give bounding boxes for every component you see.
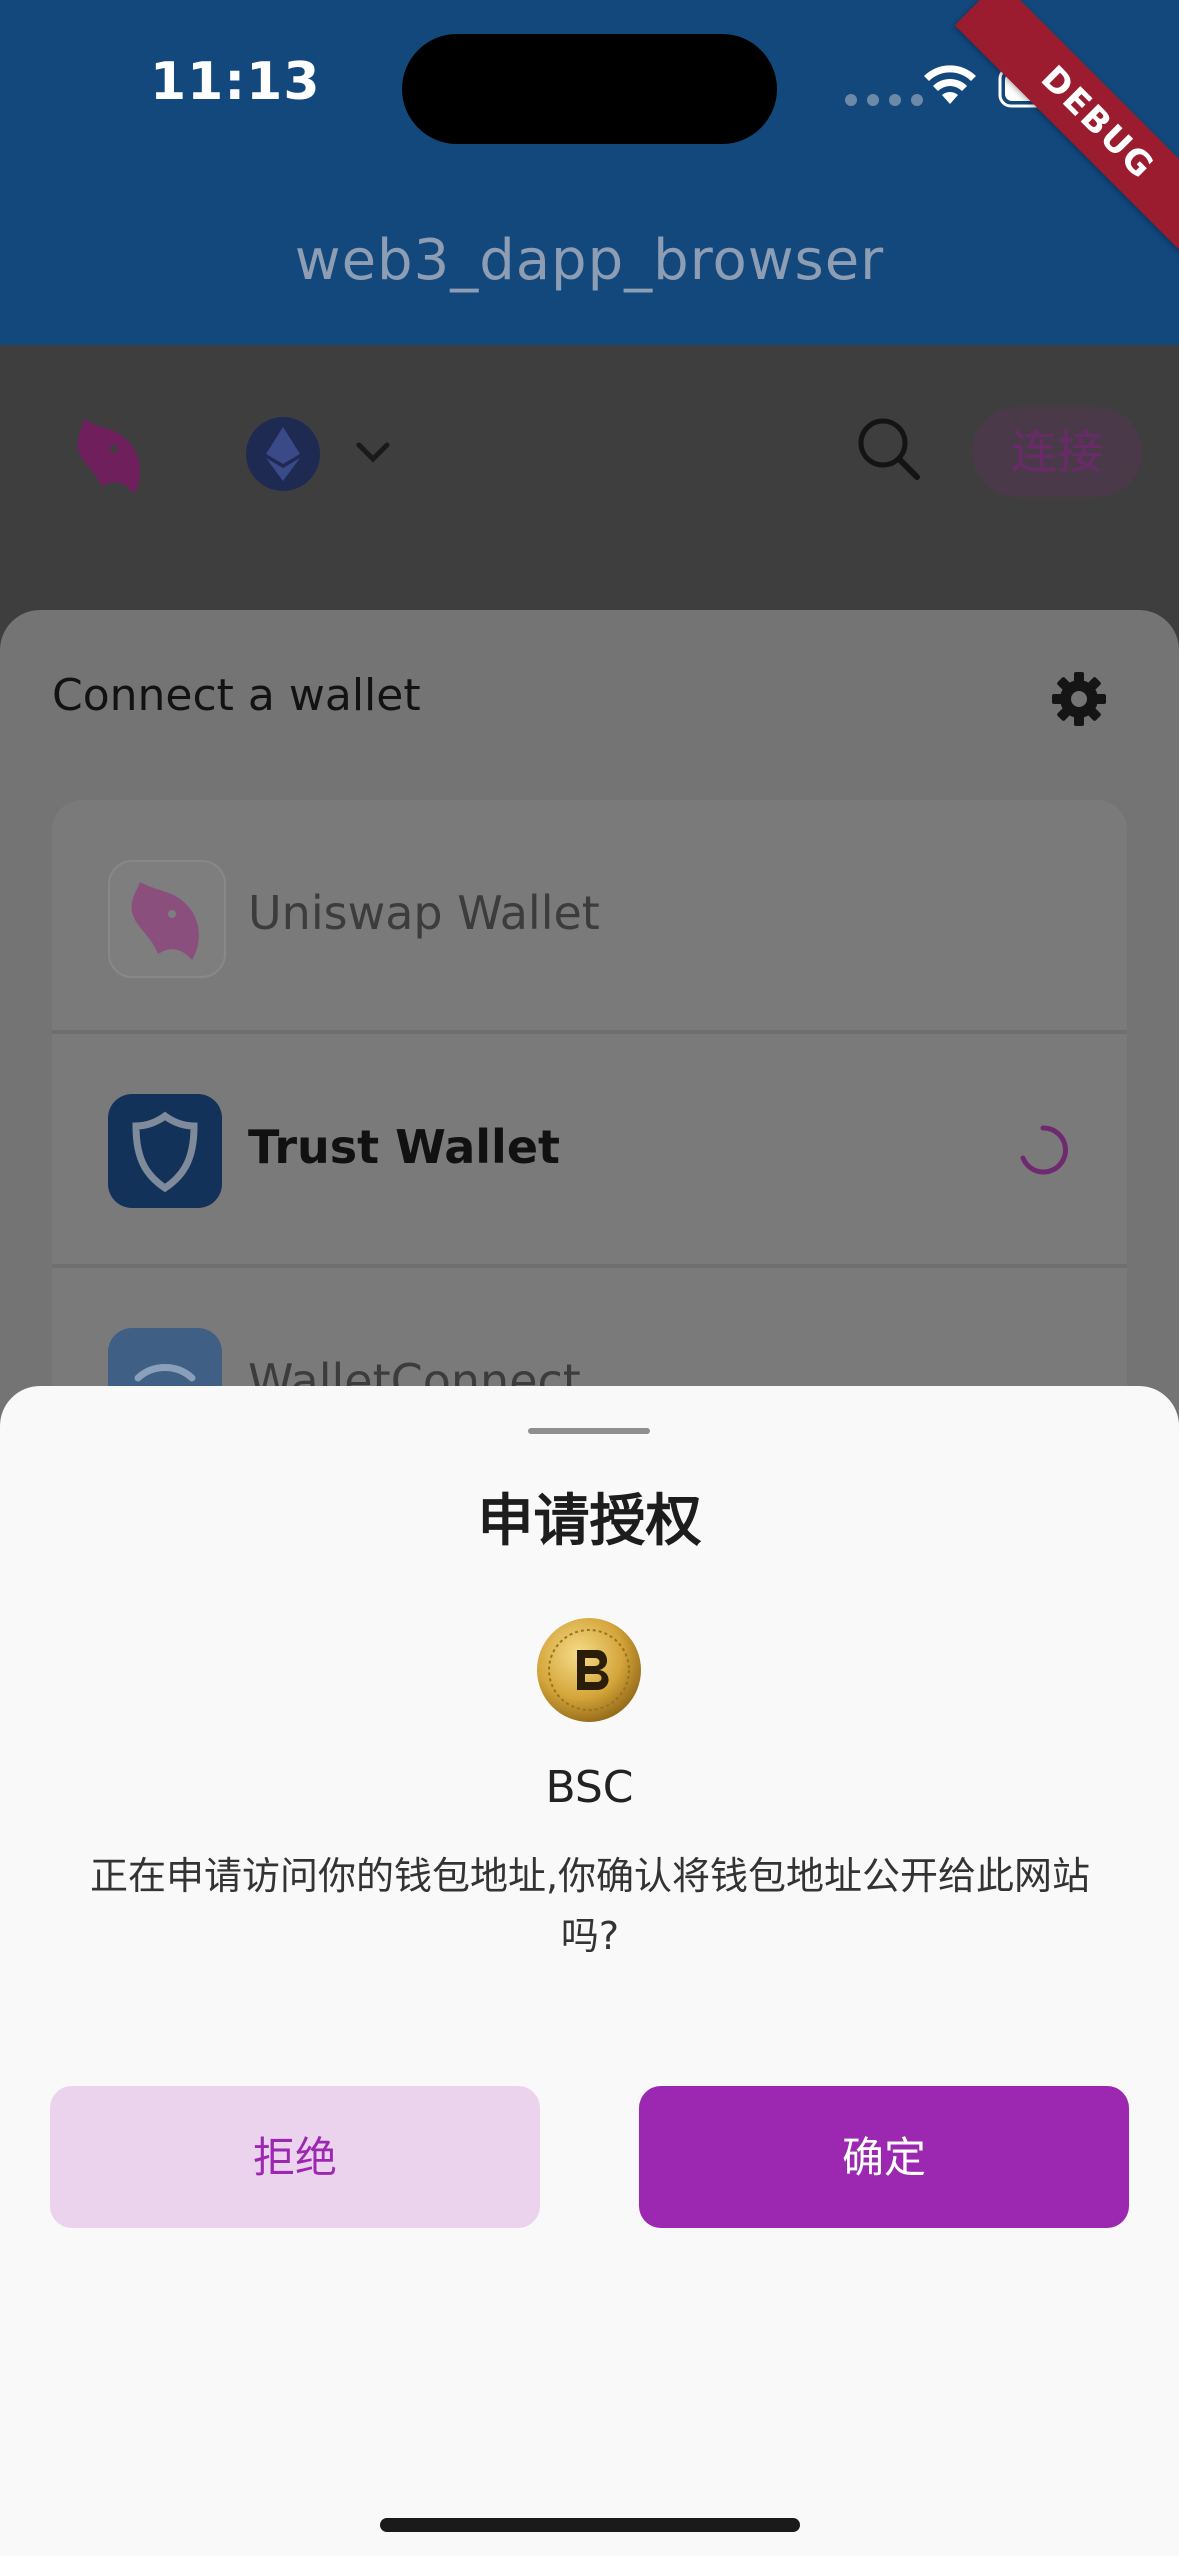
home-indicator[interactable] <box>380 2518 800 2532</box>
uniswap-unicorn-icon <box>108 860 226 978</box>
panel-title: Connect a wallet <box>52 670 421 721</box>
wallet-item-trust[interactable]: Trust Wallet <box>52 1034 1127 1264</box>
wallet-item-uniswap[interactable]: Uniswap Wallet <box>52 800 1127 1030</box>
battery-icon <box>998 66 1078 108</box>
ethereum-icon <box>266 427 300 481</box>
app-bar: 11:13 web3_dapp_browser DEBUG <box>0 0 1179 345</box>
gear-icon[interactable] <box>1050 670 1108 728</box>
chevron-down-icon[interactable] <box>355 441 391 465</box>
wallet-name: Trust Wallet <box>248 1120 561 1174</box>
search-icon[interactable] <box>855 415 921 481</box>
bitcoin-coin-icon <box>537 1618 641 1722</box>
sheet-title: 申请授权 <box>477 1489 702 1554</box>
cellular-signal-icon <box>845 94 923 106</box>
network-selector-button[interactable] <box>246 417 320 491</box>
dynamic-island <box>402 34 777 144</box>
trust-shield-icon <box>108 1094 222 1208</box>
coin-name: BSC <box>545 1762 634 1813</box>
status-time: 11:13 <box>150 52 321 112</box>
debug-banner: DEBUG <box>954 0 1179 266</box>
app-title: web3_dapp_browser <box>294 228 885 293</box>
connect-button[interactable]: 连接 <box>972 407 1142 497</box>
loading-spinner-icon <box>1020 1125 1068 1175</box>
uniswap-logo-icon[interactable] <box>64 409 154 499</box>
authorization-message: 正在申请访问你的钱包地址,你确认将钱包地址公开给此网站吗? <box>89 1854 1091 1958</box>
confirm-button[interactable]: 确定 <box>639 2086 1129 2228</box>
wifi-icon <box>924 65 976 104</box>
reject-button[interactable]: 拒绝 <box>50 2086 540 2228</box>
dapp-header: 连接 <box>0 345 1179 610</box>
wallet-name: Uniswap Wallet <box>248 886 600 940</box>
sheet-drag-handle[interactable] <box>528 1428 650 1434</box>
authorization-sheet: 申请授权 BSC 正在申请访问你的钱包地址,你确认将钱包地址公开给此网站吗? 拒… <box>0 1386 1179 2556</box>
